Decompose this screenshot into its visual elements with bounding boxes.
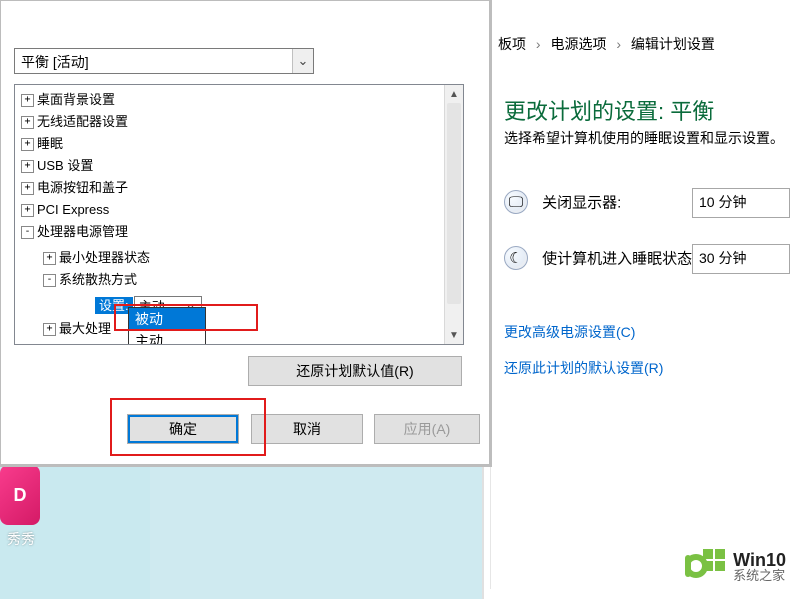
cooling-dropdown[interactable]: 被动 主动 [128,307,206,345]
taskbar-blur: 秀秀 [0,465,150,599]
tree-item-power-btn[interactable]: +电源按钮和盖子 [15,177,463,199]
chevron-right-icon: › [616,36,621,52]
scroll-down-icon[interactable]: ▼ [445,326,463,344]
sleep-icon: ☾ [504,246,528,270]
advanced-power-dialog: 平衡 [活动] ⌄ +桌面背景设置 +无线适配器设置 +睡眠 +USB 设置 +… [0,0,492,467]
expand-icon[interactable]: + [43,252,56,265]
tree-item-display[interactable]: +显示 [15,340,463,345]
expand-icon[interactable]: + [21,182,34,195]
dropdown-option-passive[interactable]: 被动 [129,308,205,330]
expand-icon[interactable]: + [21,160,34,173]
watermark-line1: Win10 [733,551,786,569]
option-row-display: 🖵 关闭显示器: [504,190,621,214]
logo-icon [685,549,725,583]
breadcrumb-item[interactable]: 板项 [498,36,526,52]
display-off-label: 关闭显示器: [542,195,621,212]
chevron-down-icon[interactable]: ⌄ [292,49,313,73]
page-title: 更改计划的设置: 平衡 [504,94,714,126]
dropdown-option-active[interactable]: 主动 [129,330,205,345]
collapse-icon[interactable]: - [43,274,56,287]
page-subtitle: 选择希望计算机使用的睡眠设置和显示设置。 [504,128,784,148]
scroll-up-icon[interactable]: ▲ [445,85,463,103]
ok-button[interactable]: 确定 [127,414,239,444]
cancel-button[interactable]: 取消 [251,414,363,444]
tree-item-setting[interactable]: 设置:主动 [59,295,463,318]
expand-icon[interactable]: + [21,138,34,151]
link-advanced-power[interactable]: 更改高级电源设置(C) [504,322,635,342]
power-plan-explorer: 板项 › 电源选项 › 编辑计划设置 更改计划的设置: 平衡 选择希望计算机使用… [482,0,800,599]
expand-icon[interactable]: + [21,204,34,217]
scroll-thumb[interactable] [447,103,461,304]
sleep-value: 30 分钟 [699,250,746,266]
tree-item-max-state[interactable]: +最大处理 [37,318,463,340]
tree-item-usb[interactable]: +USB 设置 [15,155,463,177]
tree-item-min-state[interactable]: +最小处理器状态 [37,247,463,269]
setting-label: 设置: [95,297,133,314]
expand-icon[interactable]: + [43,323,56,336]
tree-item-pci[interactable]: +PCI Express [15,199,463,221]
settings-tree[interactable]: +桌面背景设置 +无线适配器设置 +睡眠 +USB 设置 +电源按钮和盖子 +P… [14,84,464,345]
tree-item-sleep[interactable]: +睡眠 [15,133,463,155]
scrollbar[interactable]: ▲ ▼ [444,85,463,344]
desktop-icon-label: 秀秀 [0,529,42,549]
expand-icon[interactable]: + [21,94,34,107]
chevron-right-icon: › [536,36,541,52]
sleep-select[interactable]: 30 分钟 [692,244,790,274]
tree-item-desktop-bg[interactable]: +桌面背景设置 [15,89,463,111]
apply-button[interactable]: 应用(A) [374,414,480,444]
sleep-label: 使计算机进入睡眠状态: [542,251,696,268]
breadcrumb-item[interactable]: 电源选项 [550,36,606,52]
plan-select[interactable]: 平衡 [活动] ⌄ [14,48,314,74]
tree-item-cooling[interactable]: -系统散热方式 设置:主动 [37,269,463,318]
option-row-sleep: ☾ 使计算机进入睡眠状态: [504,246,696,270]
tree-item-cpu[interactable]: -处理器电源管理 +最小处理器状态 -系统散热方式 设置:主动 +最大处理 [15,221,463,340]
plan-select-value: 平衡 [活动] [21,52,89,72]
link-restore-plan[interactable]: 还原此计划的默认设置(R) [504,358,663,378]
expand-icon[interactable]: + [21,116,34,129]
site-watermark: Win10 系统之家 [685,549,786,583]
collapse-icon[interactable]: - [21,226,34,239]
desktop-icon[interactable] [0,465,40,525]
breadcrumb[interactable]: 板项 › 电源选项 › 编辑计划设置 [498,34,715,54]
restore-defaults-button[interactable]: 还原计划默认值(R) [248,356,462,386]
tree-item-wireless[interactable]: +无线适配器设置 [15,111,463,133]
display-icon: 🖵 [504,190,528,214]
watermark-line2: 系统之家 [733,569,786,582]
display-off-select[interactable]: 10 分钟 [692,188,790,218]
display-off-value: 10 分钟 [699,194,746,210]
breadcrumb-item[interactable]: 编辑计划设置 [631,36,715,52]
